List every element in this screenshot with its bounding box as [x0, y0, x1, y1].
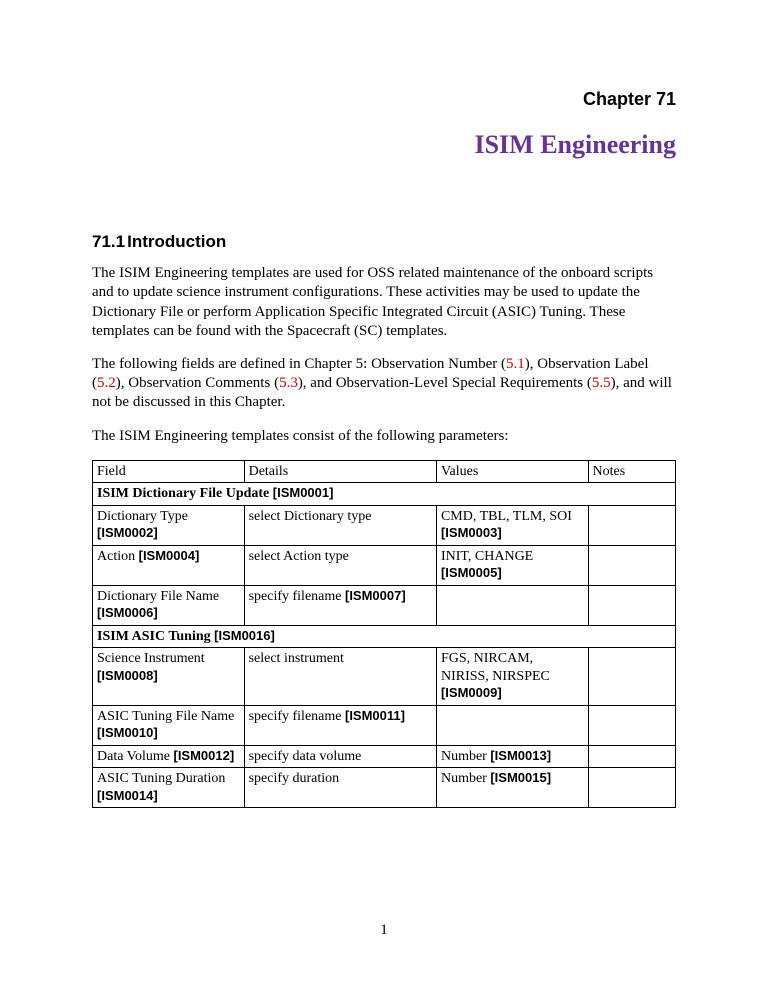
ism-code: [ISM0013] — [490, 748, 551, 763]
text: The following fields are defined in Chap… — [92, 356, 506, 372]
field-values: FGS, NIRCAM, NIRISS, NIRSPEC — [441, 651, 550, 684]
field-notes — [588, 505, 675, 545]
field-label: Dictionary File Name — [97, 589, 219, 604]
group-row-dictionary-update: ISIM Dictionary File Update [ISM0001] — [93, 483, 676, 506]
field-label: Science Instrument — [97, 651, 205, 666]
chapter-label: Chapter 71 — [92, 88, 676, 111]
field-values: Number — [441, 771, 490, 786]
text: ), and Observation-Level Special Require… — [298, 375, 592, 391]
ism-code: [ISM0005] — [441, 565, 502, 580]
ism-code: [ISM0016] — [214, 628, 275, 643]
ism-code: [ISM0014] — [97, 788, 158, 803]
section-number: 71.1 — [92, 232, 125, 251]
ism-code: [ISM0010] — [97, 725, 158, 740]
field-details: select instrument — [244, 648, 436, 706]
xref-5-5[interactable]: 5.5 — [592, 375, 611, 391]
field-label: Dictionary Type — [97, 509, 188, 524]
table-header-row: Field Details Values Notes — [93, 460, 676, 483]
field-label: ASIC Tuning File Name — [97, 709, 234, 724]
field-notes — [588, 705, 675, 745]
ism-code: [ISM0006] — [97, 605, 158, 620]
table-row: Dictionary File Name [ISM0006] specify f… — [93, 585, 676, 625]
field-values: CMD, TBL, TLM, SOI — [441, 509, 572, 524]
xref-5-1[interactable]: 5.1 — [506, 356, 525, 372]
table-row: Science Instrument [ISM0008] select inst… — [93, 648, 676, 706]
col-field: Field — [93, 460, 245, 483]
field-notes — [588, 585, 675, 625]
group-row-asic-tuning: ISIM ASIC Tuning [ISM0016] — [93, 625, 676, 648]
group-title: ISIM Dictionary File Update — [97, 486, 273, 501]
table-row: ASIC Tuning File Name [ISM0010] specify … — [93, 705, 676, 745]
xref-5-2[interactable]: 5.2 — [97, 375, 116, 391]
field-label: Action — [97, 549, 139, 564]
parameters-table: Field Details Values Notes ISIM Dictiona… — [92, 460, 676, 809]
field-details: specify data volume — [244, 745, 436, 768]
field-details: specify duration — [244, 768, 436, 808]
field-notes — [588, 545, 675, 585]
field-details: select Dictionary type — [244, 505, 436, 545]
col-notes: Notes — [588, 460, 675, 483]
page-number: 1 — [0, 921, 768, 940]
intro-paragraph-1: The ISIM Engineering templates are used … — [92, 264, 676, 341]
field-details: specify filename — [249, 589, 345, 604]
table-row: Action [ISM0004] select Action type INIT… — [93, 545, 676, 585]
field-notes — [588, 745, 675, 768]
ism-code: [ISM0002] — [97, 525, 158, 540]
table-row: Dictionary Type [ISM0002] select Diction… — [93, 505, 676, 545]
table-row: ASIC Tuning Duration [ISM0014] specify d… — [93, 768, 676, 808]
ism-code: [ISM0012] — [173, 748, 234, 763]
field-details: select Action type — [244, 545, 436, 585]
group-title: ISIM ASIC Tuning — [97, 629, 214, 644]
ism-code: [ISM0007] — [345, 588, 406, 603]
field-values — [436, 585, 588, 625]
field-label: Data Volume — [97, 749, 173, 764]
field-values — [436, 705, 588, 745]
intro-paragraph-2: The following fields are defined in Chap… — [92, 355, 676, 413]
ism-code: [ISM0008] — [97, 668, 158, 683]
field-details: specify filename — [249, 709, 345, 724]
field-values: INIT, CHANGE — [441, 549, 533, 564]
ism-code: [ISM0003] — [441, 525, 502, 540]
section-heading: 71.1Introduction — [92, 231, 676, 252]
field-label: ASIC Tuning Duration — [97, 771, 225, 786]
table-row: Data Volume [ISM0012] specify data volum… — [93, 745, 676, 768]
field-values: Number — [441, 749, 490, 764]
xref-5-3[interactable]: 5.3 — [279, 375, 298, 391]
ism-code: [ISM0001] — [273, 485, 334, 500]
ism-code: [ISM0009] — [441, 685, 502, 700]
col-values: Values — [436, 460, 588, 483]
section-title: Introduction — [127, 232, 226, 251]
intro-paragraph-3: The ISIM Engineering templates consist o… — [92, 427, 676, 446]
field-notes — [588, 648, 675, 706]
ism-code: [ISM0011] — [345, 708, 405, 723]
ism-code: [ISM0015] — [490, 770, 551, 785]
document-title: ISIM Engineering — [92, 129, 676, 162]
text: ), Observation Comments ( — [116, 375, 279, 391]
field-notes — [588, 768, 675, 808]
col-details: Details — [244, 460, 436, 483]
ism-code: [ISM0004] — [139, 548, 200, 563]
